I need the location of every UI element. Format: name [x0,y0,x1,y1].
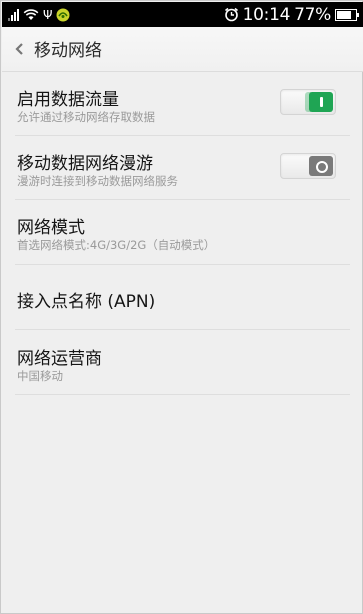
usb-icon: Ψ [43,7,53,22]
setting-enable-data[interactable]: 启用数据流量 允许通过移动网络存取数据 [15,72,350,136]
page-title: 移动网络 [34,41,102,61]
notification-icon [56,8,70,21]
setting-subtitle: 允许通过移动网络存取数据 [17,110,155,124]
action-bar: 移动网络 [2,27,363,72]
setting-title: 移动数据网络漫游 [17,154,153,174]
screen: Ψ 10:14 77% 移动网络 启用数据流量 允许通过移动网络存取数据 移动数… [0,0,363,614]
roaming-toggle-switch[interactable] [280,153,336,179]
status-bar: Ψ 10:14 77% [2,2,363,27]
setting-title: 网络模式 [17,218,85,238]
toggle-knob [309,156,333,176]
wifi-icon [23,9,39,20]
status-right: 10:14 77% [224,4,359,25]
setting-network-mode[interactable]: 网络模式 首选网络模式:4G/3G/2G（自动模式） [15,200,350,265]
setting-title: 接入点名称 (APN) [17,292,156,312]
setting-data-roaming[interactable]: 移动数据网络漫游 漫游时连接到移动数据网络服务 [15,136,350,200]
clock: 10:14 [242,4,291,25]
setting-subtitle: 首选网络模式:4G/3G/2G（自动模式） [17,238,216,252]
setting-title: 网络运营商 [17,349,102,369]
setting-apn[interactable]: 接入点名称 (APN) [15,265,350,330]
setting-subtitle: 漫游时连接到移动数据网络服务 [17,174,178,188]
setting-subtitle: 中国移动 [17,369,63,383]
battery-icon [335,8,359,21]
toggle-knob [309,92,333,112]
setting-title: 启用数据流量 [17,90,119,110]
status-left: Ψ [8,5,70,24]
alarm-icon [224,7,238,22]
battery-level [337,10,351,19]
setting-network-operator[interactable]: 网络运营商 中国移动 [15,330,350,395]
data-toggle-switch[interactable] [280,89,336,115]
battery-percent: 77% [294,4,331,25]
chevron-left-icon[interactable] [12,39,28,59]
signal-icon [8,8,19,21]
